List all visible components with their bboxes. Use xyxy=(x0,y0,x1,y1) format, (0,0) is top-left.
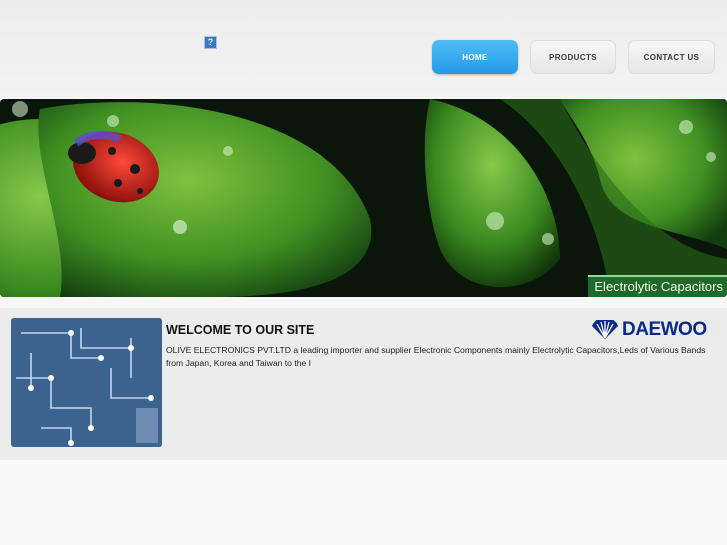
nav-home-button[interactable]: HOME xyxy=(432,40,518,74)
content-section: WELCOME TO OUR SITE OLIVE ELECTRONICS PV… xyxy=(0,308,727,460)
nav-contact-button[interactable]: CONTACT US xyxy=(628,40,715,74)
intro-paragraph: OLIVE ELECTRONICS PVT.LTD a leading impo… xyxy=(166,345,706,368)
circuit-board-image xyxy=(11,318,162,447)
banner-caption: Electrolytic Capacitors xyxy=(588,275,727,297)
nav-products-button[interactable]: PRODUCTS xyxy=(530,40,616,74)
daewoo-logo: DAEWOO xyxy=(591,319,707,341)
leaf-ladybug-image xyxy=(0,99,727,297)
welcome-heading: WELCOME TO OUR SITE xyxy=(166,323,315,337)
logo-wordmark: DAEWOO xyxy=(622,319,707,340)
daewoo-shell-icon xyxy=(592,320,618,339)
hero-banner: Electrolytic Capacitors xyxy=(0,99,727,297)
site-header: ? HOME PRODUCTS CONTACT US xyxy=(0,0,727,98)
broken-image-icon: ? xyxy=(204,36,217,49)
page-footer xyxy=(0,460,727,545)
